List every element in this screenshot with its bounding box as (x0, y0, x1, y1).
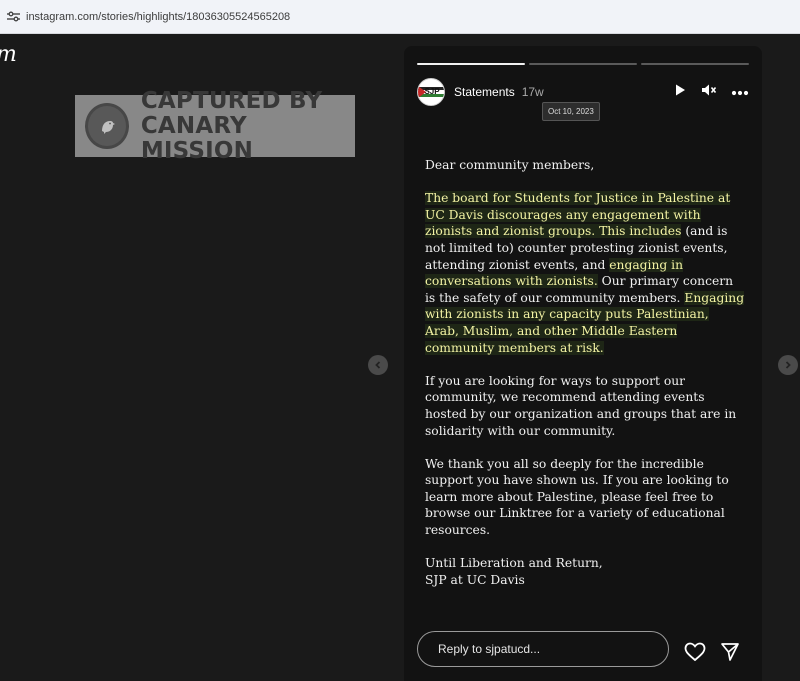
letter-paragraph-3: We thank you all so deeply for the incre… (425, 456, 729, 538)
url-text[interactable]: instagram.com/stories/highlights/1803630… (26, 11, 290, 23)
canary-mission-watermark: CAPTURED BY CANARY MISSION (75, 88, 355, 163)
letter-greeting: Dear community members, (425, 158, 595, 172)
watermark-line-2: CANARY MISSION (140, 112, 254, 164)
story-letter: Dear community members, The board for St… (425, 157, 745, 588)
story-username[interactable]: Statements (454, 85, 515, 99)
date-tooltip: Oct 10, 2023 (542, 102, 600, 121)
letter-signoff: Until Liberation and Return, SJP at UC D… (425, 555, 745, 588)
story-progress-bar (417, 63, 749, 65)
watermark-line-1: CAPTURED BY (140, 87, 323, 114)
progress-segment (417, 63, 525, 65)
browser-address-bar[interactable]: instagram.com/stories/highlights/1803630… (0, 0, 800, 34)
site-settings-icon[interactable] (6, 10, 20, 24)
avatar-text: SJP (424, 87, 440, 96)
story-viewer[interactable]: SJP Statements 17w Dear community member… (404, 46, 762, 681)
story-controls (673, 83, 749, 102)
chevron-left-icon (375, 361, 381, 369)
bird-logo-icon (85, 103, 129, 149)
muted-speaker-icon (702, 84, 717, 95)
reply-input[interactable] (436, 641, 660, 657)
letter-signature: SJP at UC Davis (425, 572, 525, 587)
story-time-ago: 17w (521, 85, 544, 99)
like-button[interactable] (683, 640, 707, 664)
share-button[interactable] (718, 640, 742, 664)
next-story-button[interactable] (778, 355, 798, 375)
letter-paragraph-2: If you are looking for ways to support o… (425, 373, 737, 438)
watermark-text: CAPTURED BY CANARY MISSION (140, 87, 355, 164)
more-options-button[interactable] (731, 83, 749, 101)
mute-button[interactable] (701, 83, 717, 102)
reply-box[interactable] (417, 631, 669, 667)
send-icon (721, 643, 739, 661)
more-options-icon (731, 90, 749, 96)
letter-closing: Until Liberation and Return, (425, 556, 603, 571)
play-icon (676, 84, 685, 95)
letter-paragraph-1: The board for Students for Justice in Pa… (425, 190, 745, 356)
heart-icon (684, 642, 706, 662)
previous-story-button[interactable] (368, 355, 388, 375)
play-button[interactable] (673, 83, 687, 102)
progress-segment (641, 63, 749, 65)
instagram-logo[interactable]: m (0, 42, 17, 67)
progress-fill (417, 63, 525, 65)
chevron-right-icon (785, 361, 791, 369)
avatar[interactable]: SJP (417, 78, 445, 106)
progress-segment (529, 63, 637, 65)
